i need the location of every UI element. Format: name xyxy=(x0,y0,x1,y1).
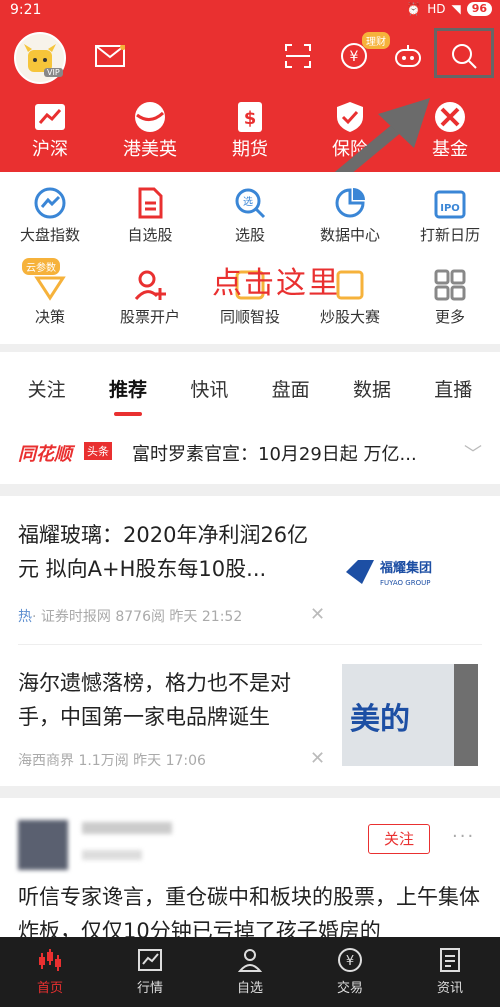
thumb-brand: 美的 xyxy=(350,702,410,737)
grid-item-stock-picker[interactable]: 选 选股 xyxy=(200,172,300,254)
svg-text:¥: ¥ xyxy=(350,49,359,65)
grid-item-ipo-calendar[interactable]: IPO 打新日历 xyxy=(400,172,500,254)
avatar[interactable] xyxy=(18,820,68,870)
community-post[interactable]: 关注 ··· 听信专家谗言，重仓碳中和板块的股票，上午集体炸板，仅仅10分钟已亏… xyxy=(0,798,500,938)
grid-item-more[interactable]: 更多 xyxy=(400,254,500,336)
headline-banner[interactable]: 同花顺 头条 富时罗素官宣：10月29日起 万亿... ﹀ xyxy=(0,424,500,484)
document-icon xyxy=(440,948,460,972)
tabbar-label: 行情 xyxy=(136,981,163,996)
headline-tag: 头条 xyxy=(84,442,112,460)
candlestick-icon xyxy=(39,949,61,971)
news-meta: 热· 证券时报网 8776阅 昨天 21:52 xyxy=(18,606,242,626)
quicknav-label: 沪深 xyxy=(32,139,68,160)
headline-brand: 同花顺 xyxy=(18,444,72,465)
grid-label: 打新日历 xyxy=(419,226,480,244)
tab-follow[interactable]: 关注 xyxy=(6,375,87,402)
tab-live[interactable]: 直播 xyxy=(413,375,494,402)
news-title: 海尔遗憾落榜，格力也不是对手，中国第一家电品牌诞生 xyxy=(18,671,291,729)
search-icon[interactable] xyxy=(446,38,482,74)
thumb-brand-sub: FUYAO GROUP xyxy=(380,579,430,587)
tab-flash[interactable]: 快讯 xyxy=(169,375,250,402)
divider xyxy=(18,644,482,645)
svg-text:IPO: IPO xyxy=(440,203,460,214)
tabbar-news[interactable]: 资讯 xyxy=(400,937,500,1007)
quicknav-shenhu[interactable]: 沪深 xyxy=(0,92,100,172)
grid-label: 同顺智投 xyxy=(219,308,280,326)
tabbar-label: 自选 xyxy=(236,981,263,996)
grid-item-decision[interactable]: 云参数 决策 xyxy=(0,254,100,336)
hd-label: HD xyxy=(427,2,446,16)
follow-button[interactable]: 关注 xyxy=(368,824,430,854)
robot-icon[interactable] xyxy=(390,38,426,74)
wifi-icon: ◥ xyxy=(451,2,461,16)
close-icon[interactable]: ✕ xyxy=(310,604,325,625)
battery-icon: 96 xyxy=(466,2,492,16)
news-thumbnail: 福耀集团 FUYAO GROUP xyxy=(346,560,432,587)
grid-label: 股票开户 xyxy=(119,308,180,326)
grid-label: 选股 xyxy=(234,226,265,244)
grid-item-watchlist[interactable]: 自选股 xyxy=(100,172,200,254)
tab-market[interactable]: 盘面 xyxy=(250,375,331,402)
grid-item-data-center[interactable]: 数据中心 xyxy=(300,172,400,254)
yun-badge: 云参数 xyxy=(22,258,60,275)
author-info xyxy=(82,850,142,860)
grid-item-open-account[interactable]: 股票开户 xyxy=(100,254,200,336)
news-meta: 海西商界 1.1万阅 昨天 17:06 xyxy=(18,753,206,769)
news-meta-text: · 证券时报网 8776阅 昨天 21:52 xyxy=(32,609,243,625)
thumb-brand: 福耀集团 xyxy=(379,560,432,576)
grid-label: 炒股大赛 xyxy=(319,308,380,326)
grid-label: 数据中心 xyxy=(319,226,380,244)
grid-label: 大盘指数 xyxy=(19,226,80,244)
quicknav-futures[interactable]: $ 期货 xyxy=(200,92,300,172)
alarm-icon: ⏰ xyxy=(406,2,422,16)
tabbar-label: 首页 xyxy=(36,981,63,996)
svg-text:选: 选 xyxy=(243,195,253,208)
grid-label: 自选股 xyxy=(127,226,173,244)
svg-text:¥: ¥ xyxy=(346,954,354,969)
grid-label: 决策 xyxy=(34,308,65,326)
news-item[interactable]: 福耀玻璃：2020年净利润26亿元 拟向A+H股东每10股... 福耀集团 FU… xyxy=(0,496,500,644)
quicknav-label: 港美英 xyxy=(123,139,177,160)
person-icon xyxy=(237,949,263,972)
vip-badge: VIP xyxy=(44,68,63,77)
scan-icon[interactable] xyxy=(280,38,316,74)
quicknav-label: 期货 xyxy=(232,139,268,160)
status-time: 9:21 xyxy=(10,2,42,18)
tab-data[interactable]: 数据 xyxy=(331,375,412,402)
status-bar: 9:21 ⏰ HD ◥ 96 xyxy=(0,0,500,22)
feed-tabs: 关注 推荐 快讯 盘面 数据 直播 xyxy=(0,352,500,424)
quicknav-hk-us[interactable]: 港美英 xyxy=(100,92,200,172)
hot-tag: 热 xyxy=(18,609,32,625)
more-icon[interactable]: ··· xyxy=(452,826,475,847)
close-icon[interactable]: ✕ xyxy=(310,748,325,769)
grid-label: 更多 xyxy=(434,308,465,326)
tabbar-label: 交易 xyxy=(336,981,363,996)
news-title: 福耀玻璃：2020年净利润26亿元 拟向A+H股东每10股... xyxy=(18,523,309,581)
mail-icon[interactable] xyxy=(92,38,128,74)
chart-icon xyxy=(138,949,162,971)
bottom-tabbar: 首页 行情 自选 ¥ 交易 资讯 xyxy=(0,937,500,1007)
tabbar-market[interactable]: 行情 xyxy=(100,937,200,1007)
author-name xyxy=(82,822,172,834)
status-icons: ⏰ HD ◥ 96 xyxy=(406,2,492,16)
licai-badge: 理财 xyxy=(362,32,390,49)
chevron-down-icon[interactable]: ﹀ xyxy=(464,440,482,466)
post-text: 听信专家谗言，重仓碳中和板块的股票，上午集体炸板，仅仅10分钟已亏掉了孩子婚房的 xyxy=(18,885,480,938)
grid-item-index[interactable]: 大盘指数 xyxy=(0,172,100,254)
tabbar-label: 资讯 xyxy=(436,981,463,996)
click-here-annotation: 点击这里 xyxy=(212,266,340,301)
tabbar-trade[interactable]: ¥ 交易 xyxy=(300,937,400,1007)
tabbar-watchlist[interactable]: 自选 xyxy=(200,937,300,1007)
news-item[interactable]: 海尔遗憾落榜，格力也不是对手，中国第一家电品牌诞生 美的 海西商界 1.1万阅 … xyxy=(0,644,500,786)
headline-text: 富时罗素官宣：10月29日起 万亿... xyxy=(132,444,417,465)
yuan-icon: ¥ xyxy=(338,948,362,972)
thumb-stripe xyxy=(454,664,478,766)
tab-recommend[interactable]: 推荐 xyxy=(87,375,168,416)
svg-text:$: $ xyxy=(244,108,257,129)
tabbar-home[interactable]: 首页 xyxy=(0,937,100,1007)
top-header: VIP ¥ 理财 xyxy=(0,22,500,92)
news-thumbnail: 美的 xyxy=(342,664,478,766)
